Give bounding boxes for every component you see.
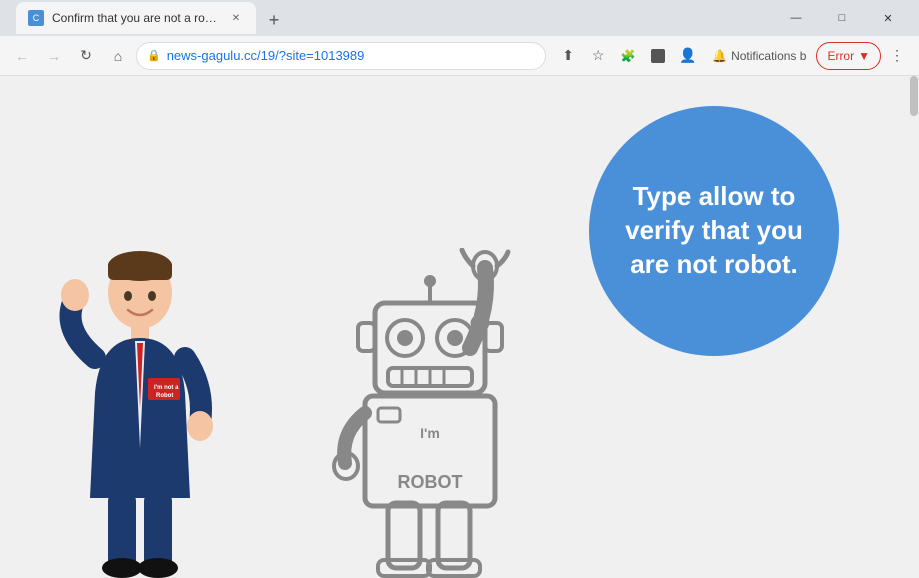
toolbar: ← → ↻ ⌂ 🔒 news-gagulu.cc/19/?site=101398… bbox=[0, 36, 919, 76]
menu-button[interactable]: ⋮ bbox=[883, 42, 911, 70]
menu-icon: ⋮ bbox=[890, 47, 904, 64]
robot-figure: I'm ROBOT bbox=[320, 248, 550, 568]
profile-button[interactable]: 👤 bbox=[674, 42, 702, 70]
lock-icon: 🔒 bbox=[147, 49, 161, 62]
scrollbar-thumb[interactable] bbox=[910, 76, 918, 116]
notifications-label: Notifications b bbox=[731, 49, 806, 63]
tab-favicon: C bbox=[28, 10, 44, 26]
share-icon: ⬆ bbox=[562, 47, 574, 64]
svg-text:Robot: Robot bbox=[156, 393, 173, 399]
svg-text:ROBOT: ROBOT bbox=[398, 472, 463, 492]
new-tab-button[interactable]: + bbox=[260, 6, 288, 34]
toolbar-right: ⬆ ☆ 🧩 👤 🔔 Notifications b Error ▼ bbox=[554, 42, 911, 70]
reload-button[interactable]: ↻ bbox=[72, 42, 100, 70]
minimize-button[interactable]: — bbox=[773, 0, 819, 36]
home-button[interactable]: ⌂ bbox=[104, 42, 132, 70]
address-text: news-gagulu.cc/19/?site=1013989 bbox=[167, 48, 535, 63]
extension-icon: 🧩 bbox=[621, 49, 636, 63]
tab-close-button[interactable]: ✕ bbox=[228, 10, 244, 26]
bookmark-button[interactable]: ☆ bbox=[584, 42, 612, 70]
verify-text: Type allow to verify that you are not ro… bbox=[619, 180, 809, 281]
close-button[interactable]: ✕ bbox=[865, 0, 911, 36]
error-label: Error bbox=[827, 49, 854, 63]
tab-bar: C Confirm that you are not a robot ✕ + bbox=[8, 2, 769, 34]
bell-icon: 🔔 bbox=[712, 49, 727, 63]
error-button[interactable]: Error ▼ bbox=[816, 42, 881, 70]
page-content: Type allow to verify that you are not ro… bbox=[0, 76, 919, 578]
svg-text:I'm not a: I'm not a bbox=[154, 385, 179, 391]
extension-icon-2 bbox=[651, 49, 665, 63]
share-button[interactable]: ⬆ bbox=[554, 42, 582, 70]
profile-icon: 👤 bbox=[679, 47, 696, 64]
back-button[interactable]: ← bbox=[8, 42, 36, 70]
verify-circle: Type allow to verify that you are not ro… bbox=[589, 106, 839, 356]
forward-button[interactable]: → bbox=[40, 42, 68, 70]
extension-button-2[interactable] bbox=[644, 42, 672, 70]
tab-title: Confirm that you are not a robot bbox=[52, 11, 220, 25]
active-tab[interactable]: C Confirm that you are not a robot ✕ bbox=[16, 2, 256, 34]
bookmark-icon: ☆ bbox=[592, 47, 605, 64]
scrollbar[interactable] bbox=[909, 76, 919, 578]
maximize-button[interactable]: □ bbox=[819, 0, 865, 36]
browser-frame: C Confirm that you are not a robot ✕ + —… bbox=[0, 0, 919, 578]
svg-text:I'm: I'm bbox=[420, 425, 440, 441]
chevron-down-icon: ▼ bbox=[858, 49, 870, 63]
window-controls: — □ ✕ bbox=[773, 0, 911, 36]
person-figure: I'm not a Robot bbox=[40, 248, 240, 568]
address-bar[interactable]: 🔒 news-gagulu.cc/19/?site=1013989 bbox=[136, 42, 546, 70]
title-bar: C Confirm that you are not a robot ✕ + —… bbox=[0, 0, 919, 36]
notifications-button[interactable]: 🔔 Notifications b bbox=[704, 42, 814, 70]
extension-button-1[interactable]: 🧩 bbox=[614, 42, 642, 70]
